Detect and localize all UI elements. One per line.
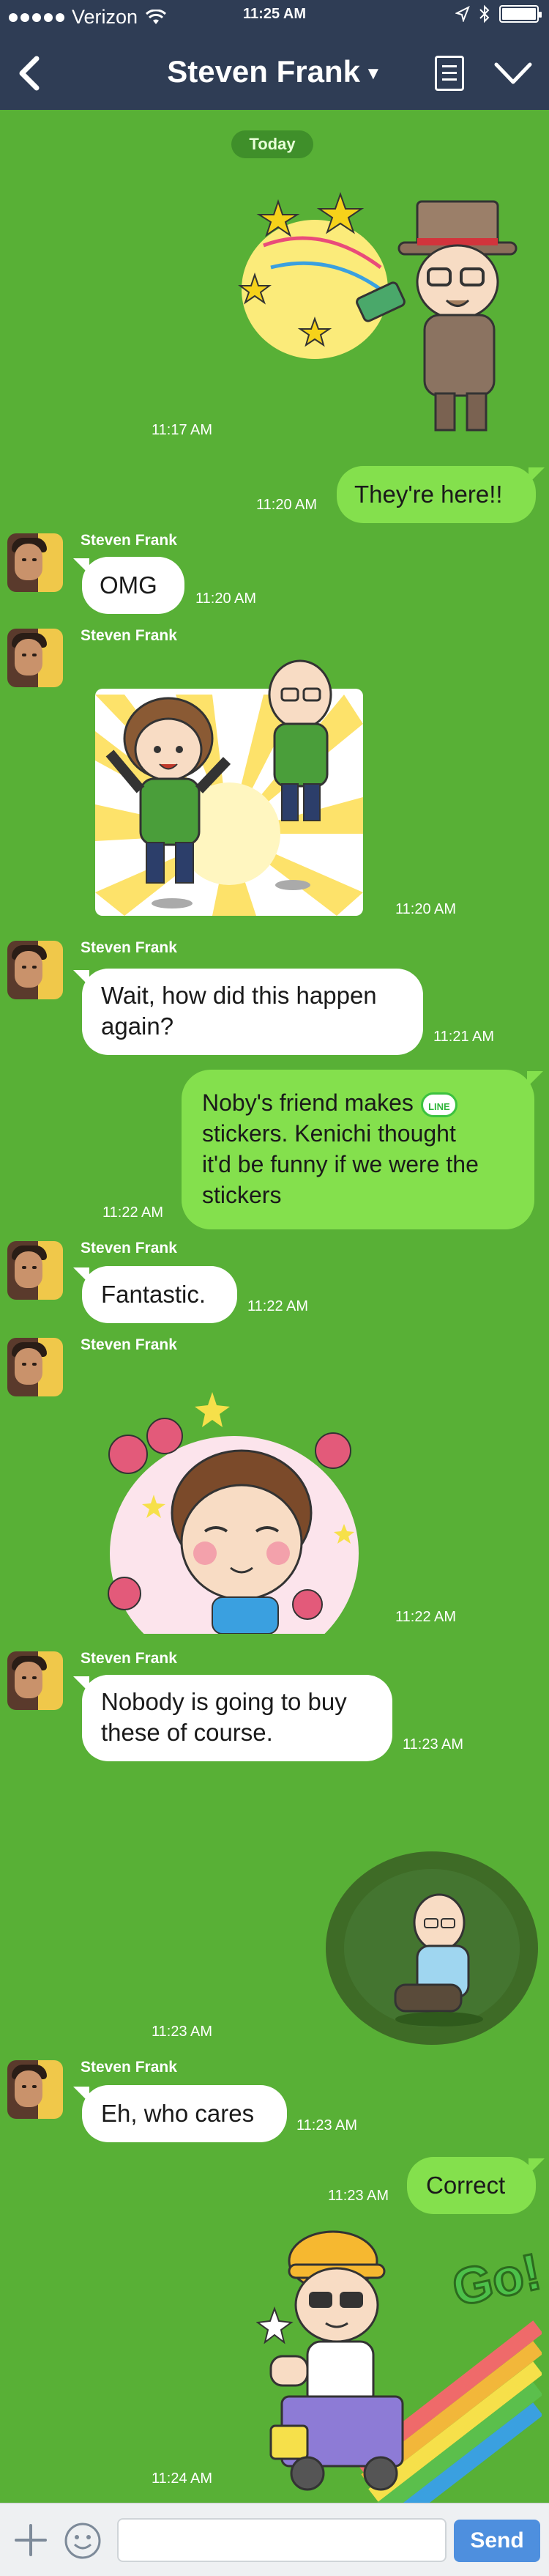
message-time: 11:20 AM xyxy=(395,901,457,917)
message-text-line: stickers. Kenichi thought xyxy=(202,1120,456,1147)
sticker-roses[interactable] xyxy=(95,1385,373,1634)
sender-name: Steven Frank xyxy=(81,1650,177,1667)
date-separator: Today xyxy=(231,130,313,158)
sticker-go-truck[interactable]: Go! xyxy=(256,2224,542,2503)
message-time: 11:17 AM xyxy=(152,422,213,438)
sender-name: Steven Frank xyxy=(81,1240,177,1256)
plus-icon[interactable] xyxy=(12,2521,50,2559)
chat-title-text: Steven Frank xyxy=(167,54,360,89)
message-time: 11:21 AM xyxy=(433,1029,495,1045)
message-text: They're here!! xyxy=(354,481,503,508)
outgoing-message[interactable]: They're here!! xyxy=(337,466,545,523)
sender-name: Steven Frank xyxy=(81,939,177,956)
emoji-icon[interactable] xyxy=(63,2521,102,2561)
message-time: 11:23 AM xyxy=(152,2024,213,2040)
sender-name: Steven Frank xyxy=(81,2059,177,2076)
message-text-line: stickers xyxy=(202,1182,282,1208)
avatar[interactable] xyxy=(7,941,63,999)
outgoing-message[interactable]: Noby's friend makes LINE stickers. Kenich… xyxy=(182,1070,543,1229)
message-time: 11:22 AM xyxy=(395,1609,457,1625)
message-text-line: these of course. xyxy=(101,1719,273,1746)
bluetooth-icon xyxy=(479,4,490,23)
send-button[interactable]: Send xyxy=(454,2520,540,2562)
message-text: OMG xyxy=(100,571,157,599)
outgoing-message[interactable]: Correct xyxy=(407,2157,545,2214)
line-logo-icon: LINE xyxy=(420,1092,458,1117)
message-text-line: Noby's friend makes LINE xyxy=(202,1087,514,1118)
message-time: 11:24 AM xyxy=(152,2470,213,2487)
caret-down-icon: ▼ xyxy=(365,63,382,84)
message-text: Correct xyxy=(426,2172,506,2199)
message-text-line: Nobody is going to buy xyxy=(101,1688,347,1715)
message-input[interactable] xyxy=(117,2518,447,2562)
incoming-message[interactable]: Eh, who cares xyxy=(73,2085,287,2142)
avatar[interactable] xyxy=(7,1651,63,1710)
message-text-line: Wait, how did this happen xyxy=(101,982,377,1009)
sender-name: Steven Frank xyxy=(81,532,177,549)
sticker-jumping-friends[interactable] xyxy=(95,651,363,922)
status-right xyxy=(455,4,542,23)
incoming-message[interactable]: Wait, how did this happen again? xyxy=(73,969,423,1055)
sender-name: Steven Frank xyxy=(81,627,177,644)
avatar[interactable] xyxy=(7,533,63,592)
message-text-line: it'd be funny if we were the xyxy=(202,1151,479,1177)
message-text: Noby's friend makes xyxy=(202,1089,414,1116)
message-text: Fantastic. xyxy=(101,1281,206,1308)
sender-name: Steven Frank xyxy=(81,1336,177,1353)
chat-title[interactable]: Steven Frank ▼ xyxy=(0,54,549,89)
notes-icon[interactable] xyxy=(435,56,464,91)
status-bar: Verizon 11:25 AM xyxy=(0,0,549,35)
message-input-bar: Send xyxy=(0,2503,549,2576)
chevron-down-icon[interactable] xyxy=(492,59,534,88)
sticker-caption: Go! xyxy=(447,2243,542,2317)
message-time: 11:22 AM xyxy=(247,1298,309,1314)
message-time: 11:23 AM xyxy=(328,2188,389,2204)
message-text-line: again? xyxy=(101,1013,174,1040)
message-time: 11:20 AM xyxy=(256,497,318,513)
message-time: 11:23 AM xyxy=(296,2117,358,2133)
incoming-message[interactable]: OMG xyxy=(73,557,184,614)
message-time: 11:20 AM xyxy=(195,591,257,607)
message-time: 11:22 AM xyxy=(102,1204,164,1221)
incoming-message[interactable]: Nobody is going to buy these of course. xyxy=(73,1675,392,1761)
avatar[interactable] xyxy=(7,2060,63,2119)
sticker-sad-guy[interactable] xyxy=(322,1849,539,2047)
incoming-message[interactable]: Fantastic. xyxy=(73,1266,237,1323)
avatar[interactable] xyxy=(7,1338,63,1396)
sticker-party-popper[interactable] xyxy=(234,179,542,443)
avatar[interactable] xyxy=(7,1241,63,1300)
message-time: 11:23 AM xyxy=(403,1736,464,1753)
location-icon xyxy=(455,6,470,22)
nav-bar: Steven Frank ▼ xyxy=(0,37,549,110)
avatar[interactable] xyxy=(7,629,63,687)
message-text: Eh, who cares xyxy=(101,2100,255,2127)
top-bar: Verizon 11:25 AM Steven Frank ▼ xyxy=(0,0,549,110)
battery-icon xyxy=(499,5,542,23)
